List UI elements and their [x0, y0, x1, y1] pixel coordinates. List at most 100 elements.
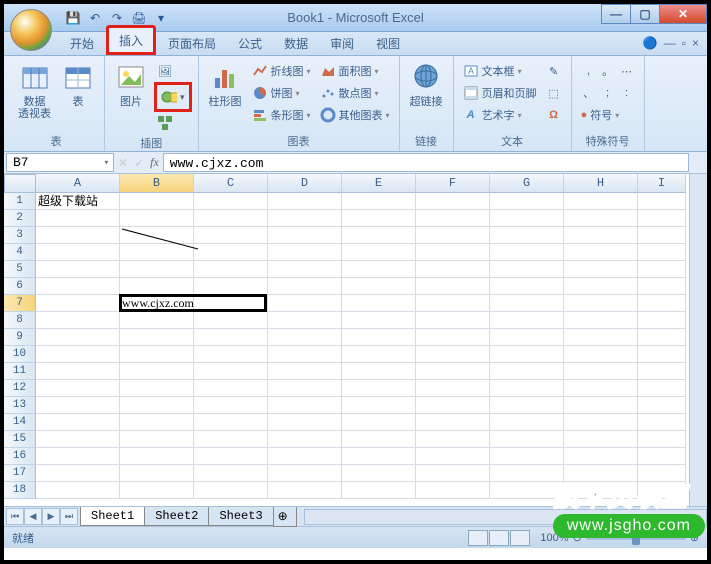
- tab-home[interactable]: 开始: [60, 31, 104, 55]
- cell[interactable]: [342, 346, 416, 363]
- cell[interactable]: [342, 380, 416, 397]
- cell[interactable]: [416, 346, 490, 363]
- cell[interactable]: [342, 363, 416, 380]
- cell[interactable]: [120, 329, 194, 346]
- cell[interactable]: [490, 261, 564, 278]
- cell[interactable]: [194, 414, 268, 431]
- cell[interactable]: [36, 244, 120, 261]
- cell[interactable]: [564, 465, 638, 482]
- smartart-button[interactable]: [154, 112, 192, 134]
- cell[interactable]: [638, 397, 686, 414]
- cell[interactable]: [564, 210, 638, 227]
- cell[interactable]: [194, 363, 268, 380]
- cell[interactable]: [638, 210, 686, 227]
- symbol-button[interactable]: Ω: [543, 104, 565, 126]
- save-icon[interactable]: 💾: [64, 9, 82, 27]
- cell[interactable]: 超级下载站: [36, 193, 120, 210]
- tab-pagelayout[interactable]: 页面布局: [158, 31, 226, 55]
- cell[interactable]: [268, 261, 342, 278]
- row-header[interactable]: 2: [4, 210, 36, 227]
- cell[interactable]: [268, 346, 342, 363]
- restore-window-icon[interactable]: ▫: [682, 36, 686, 50]
- page-layout-view-button[interactable]: [489, 530, 509, 546]
- row-header[interactable]: 14: [4, 414, 36, 431]
- fx-icon[interactable]: fx: [150, 155, 159, 170]
- cell[interactable]: [194, 397, 268, 414]
- cell[interactable]: [564, 414, 638, 431]
- minimize-button[interactable]: —: [601, 4, 631, 24]
- cell[interactable]: [638, 244, 686, 261]
- cell[interactable]: [36, 482, 120, 499]
- close-workbook-icon[interactable]: ×: [692, 36, 699, 50]
- cell[interactable]: [416, 482, 490, 499]
- cell[interactable]: [120, 380, 194, 397]
- prev-sheet-button[interactable]: ◀: [24, 508, 42, 525]
- sheet-tab-2[interactable]: Sheet2: [144, 507, 209, 526]
- cell[interactable]: [638, 227, 686, 244]
- cell[interactable]: [490, 414, 564, 431]
- select-all-corner[interactable]: [4, 174, 36, 193]
- cell[interactable]: [490, 227, 564, 244]
- cell[interactable]: [490, 482, 564, 499]
- cell[interactable]: [564, 278, 638, 295]
- col-header-F[interactable]: F: [416, 174, 490, 193]
- cell[interactable]: [268, 431, 342, 448]
- cell[interactable]: [564, 482, 638, 499]
- next-sheet-button[interactable]: ▶: [42, 508, 60, 525]
- cell[interactable]: [564, 380, 638, 397]
- line-chart-button[interactable]: 折线图▾: [249, 60, 314, 82]
- row-header[interactable]: 7: [4, 295, 36, 312]
- cell[interactable]: [194, 465, 268, 482]
- cell[interactable]: [120, 397, 194, 414]
- cell[interactable]: [268, 227, 342, 244]
- tab-data[interactable]: 数据: [274, 31, 318, 55]
- normal-view-button[interactable]: [468, 530, 488, 546]
- cell[interactable]: [36, 465, 120, 482]
- cell[interactable]: [36, 448, 120, 465]
- cell[interactable]: [638, 193, 686, 210]
- cell[interactable]: [416, 397, 490, 414]
- cell[interactable]: [416, 363, 490, 380]
- cell[interactable]: [268, 414, 342, 431]
- cell[interactable]: [120, 414, 194, 431]
- cell[interactable]: [564, 431, 638, 448]
- cell[interactable]: [194, 295, 268, 312]
- row-header[interactable]: 9: [4, 329, 36, 346]
- cell[interactable]: [490, 465, 564, 482]
- cell[interactable]: [194, 210, 268, 227]
- scatter-chart-button[interactable]: 散点图▾: [317, 82, 393, 104]
- cell[interactable]: [120, 312, 194, 329]
- cell[interactable]: www.cjxz.com: [120, 295, 194, 312]
- textbox-button[interactable]: A文本框▾: [460, 60, 540, 82]
- cell[interactable]: [36, 431, 120, 448]
- cell[interactable]: [342, 465, 416, 482]
- cell[interactable]: [342, 261, 416, 278]
- cell[interactable]: [120, 431, 194, 448]
- cell[interactable]: [194, 431, 268, 448]
- wordart-button[interactable]: A艺术字▾: [460, 104, 540, 126]
- cell[interactable]: [564, 312, 638, 329]
- zoom-in-button[interactable]: ⊕: [690, 531, 699, 544]
- zoom-level[interactable]: 100%: [540, 532, 568, 544]
- row-header[interactable]: 5: [4, 261, 36, 278]
- cell[interactable]: [268, 380, 342, 397]
- clipart-button[interactable]: 🖼: [154, 60, 192, 82]
- cell[interactable]: [490, 210, 564, 227]
- maximize-button[interactable]: ▢: [630, 4, 660, 24]
- tab-view[interactable]: 视图: [366, 31, 410, 55]
- cell[interactable]: [36, 414, 120, 431]
- cell[interactable]: [490, 193, 564, 210]
- cell[interactable]: [268, 193, 342, 210]
- tab-formulas[interactable]: 公式: [228, 31, 272, 55]
- shapes-button[interactable]: ▾: [158, 86, 188, 108]
- cell[interactable]: [120, 363, 194, 380]
- col-header-I[interactable]: I: [638, 174, 686, 193]
- cell[interactable]: [416, 295, 490, 312]
- row-header[interactable]: 4: [4, 244, 36, 261]
- cell[interactable]: [490, 363, 564, 380]
- cell[interactable]: [268, 363, 342, 380]
- cell[interactable]: [120, 465, 194, 482]
- row-header[interactable]: 11: [4, 363, 36, 380]
- pivot-table-button[interactable]: 数据 透视表: [14, 60, 55, 122]
- cell[interactable]: [564, 244, 638, 261]
